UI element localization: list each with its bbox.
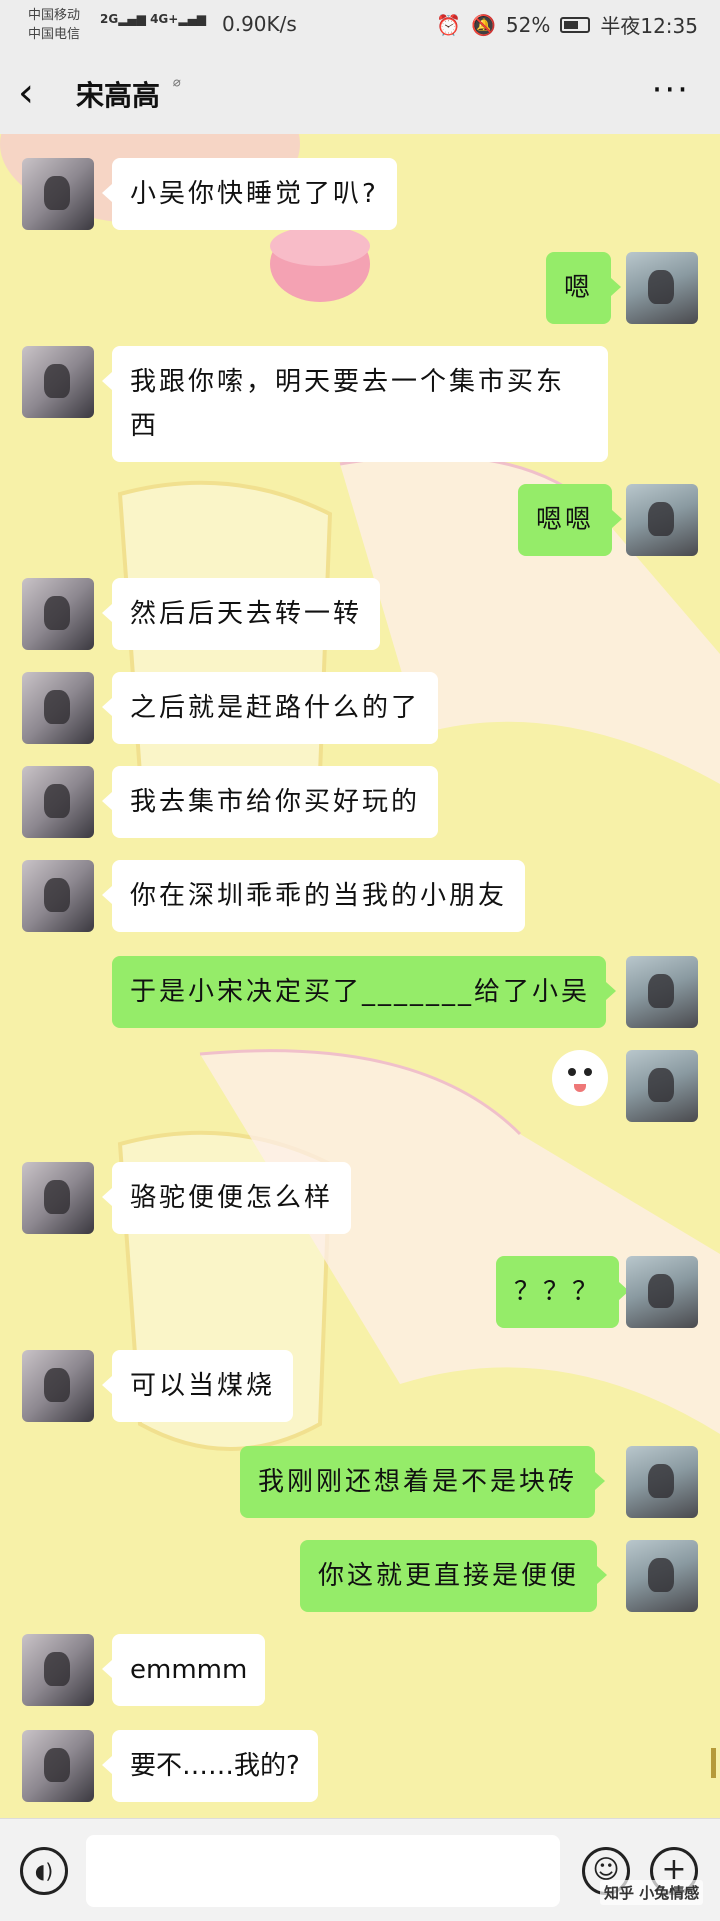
voice-icon[interactable]: ◖) — [20, 1847, 68, 1895]
message-bubble[interactable]: 然后后天去转一转 — [101, 578, 381, 650]
avatar[interactable] — [626, 1050, 698, 1122]
message-bubble[interactable]: 我去集市给你买好玩的 — [101, 766, 439, 838]
message-bubble[interactable]: 我跟你嗦，明天要去一个集市买东西 — [102, 346, 608, 462]
avatar[interactable] — [626, 252, 698, 324]
battery-percent: 52% — [505, 12, 551, 37]
message-bubble[interactable]: 你在深圳乖乖的当我的小朋友 — [101, 860, 526, 932]
message-bubble[interactable]: 可以当煤烧 — [101, 1350, 294, 1422]
avatar[interactable] — [22, 1634, 94, 1706]
avatar[interactable] — [626, 1446, 698, 1518]
scrollbar-thumb[interactable] — [711, 1748, 716, 1778]
clock: 半夜12:35 — [600, 14, 698, 38]
status-right: ⏰ 🔕 52% 半夜12:35 — [436, 10, 698, 39]
chat-area[interactable]: 小吴你快睡觉了叭? 嗯 我跟你嗦，明天要去一个集市买东西 嗯嗯 然后后天去转一转… — [0, 134, 720, 1818]
status-bar: 中国移动 中国电信 2G▂▄▆ 4G+▂▄▆ 0.90K/s ⏰ 🔕 52% 半… — [0, 0, 720, 52]
avatar[interactable] — [22, 578, 94, 650]
message-bubble[interactable]: 要不……我的? — [102, 1730, 318, 1802]
bald-face-sticker[interactable] — [552, 1050, 608, 1106]
message-bubble[interactable]: 嗯 — [546, 252, 622, 324]
chat-header: ‹ 宋高高 𝆩 ··· — [0, 52, 720, 134]
avatar[interactable] — [22, 158, 94, 230]
alarm-icon: ⏰ — [436, 12, 461, 37]
avatar[interactable] — [22, 1350, 94, 1422]
avatar[interactable] — [626, 1256, 698, 1328]
ear-icon: 𝆩 — [172, 74, 182, 102]
message-bubble[interactable]: 小吴你快睡觉了叭? — [102, 158, 397, 230]
avatar[interactable] — [626, 956, 698, 1028]
back-icon[interactable]: ‹ — [18, 68, 58, 118]
sticker-eye-right — [584, 1068, 592, 1076]
signal-1-label: 2G — [100, 12, 119, 26]
avatar[interactable] — [22, 672, 94, 744]
message-bubble[interactable]: 你这就更直接是便便 — [300, 1540, 608, 1612]
sticker-mouth — [574, 1084, 586, 1092]
input-bar: ◖) ☺ + — [0, 1818, 720, 1921]
signal-2-label: 4G+ — [150, 12, 179, 26]
avatar[interactable] — [626, 484, 698, 556]
sticker-eye-left — [568, 1068, 576, 1076]
avatar[interactable] — [22, 1730, 94, 1802]
carrier-2: 中国电信 — [28, 27, 81, 42]
carrier-1: 中国移动 — [28, 8, 81, 23]
avatar[interactable] — [22, 860, 94, 932]
message-bubble[interactable]: emmmm — [101, 1634, 266, 1706]
avatar[interactable] — [22, 346, 94, 418]
message-bubble[interactable]: 嗯嗯 — [518, 484, 623, 556]
avatar[interactable] — [626, 1540, 698, 1612]
network-speed: 0.90K/s — [222, 12, 297, 36]
more-icon[interactable]: ··· — [652, 70, 690, 110]
message-bubble[interactable]: 之后就是赶路什么的了 — [101, 672, 439, 744]
mute-icon: 🔕 — [471, 12, 496, 37]
message-input[interactable] — [86, 1835, 560, 1907]
message-bubble[interactable]: 于是小宋决定买了_______给了小吴 — [112, 956, 616, 1028]
signal-icons: 2G▂▄▆ 4G+▂▄▆ — [100, 12, 207, 26]
message-bubble[interactable]: 我刚刚还想着是不是块砖 — [240, 1446, 606, 1518]
avatar[interactable] — [22, 1162, 94, 1234]
carrier-labels: 中国移动 中国电信 — [28, 6, 80, 44]
battery-icon — [560, 16, 591, 33]
avatar[interactable] — [22, 766, 94, 838]
message-bubble[interactable]: 骆驼便便怎么样 — [101, 1162, 352, 1234]
watermark: 知乎 小兔情感 — [600, 1880, 704, 1905]
message-bubble[interactable]: ？？？ — [496, 1256, 630, 1328]
chat-title: 宋高高 — [76, 79, 161, 112]
